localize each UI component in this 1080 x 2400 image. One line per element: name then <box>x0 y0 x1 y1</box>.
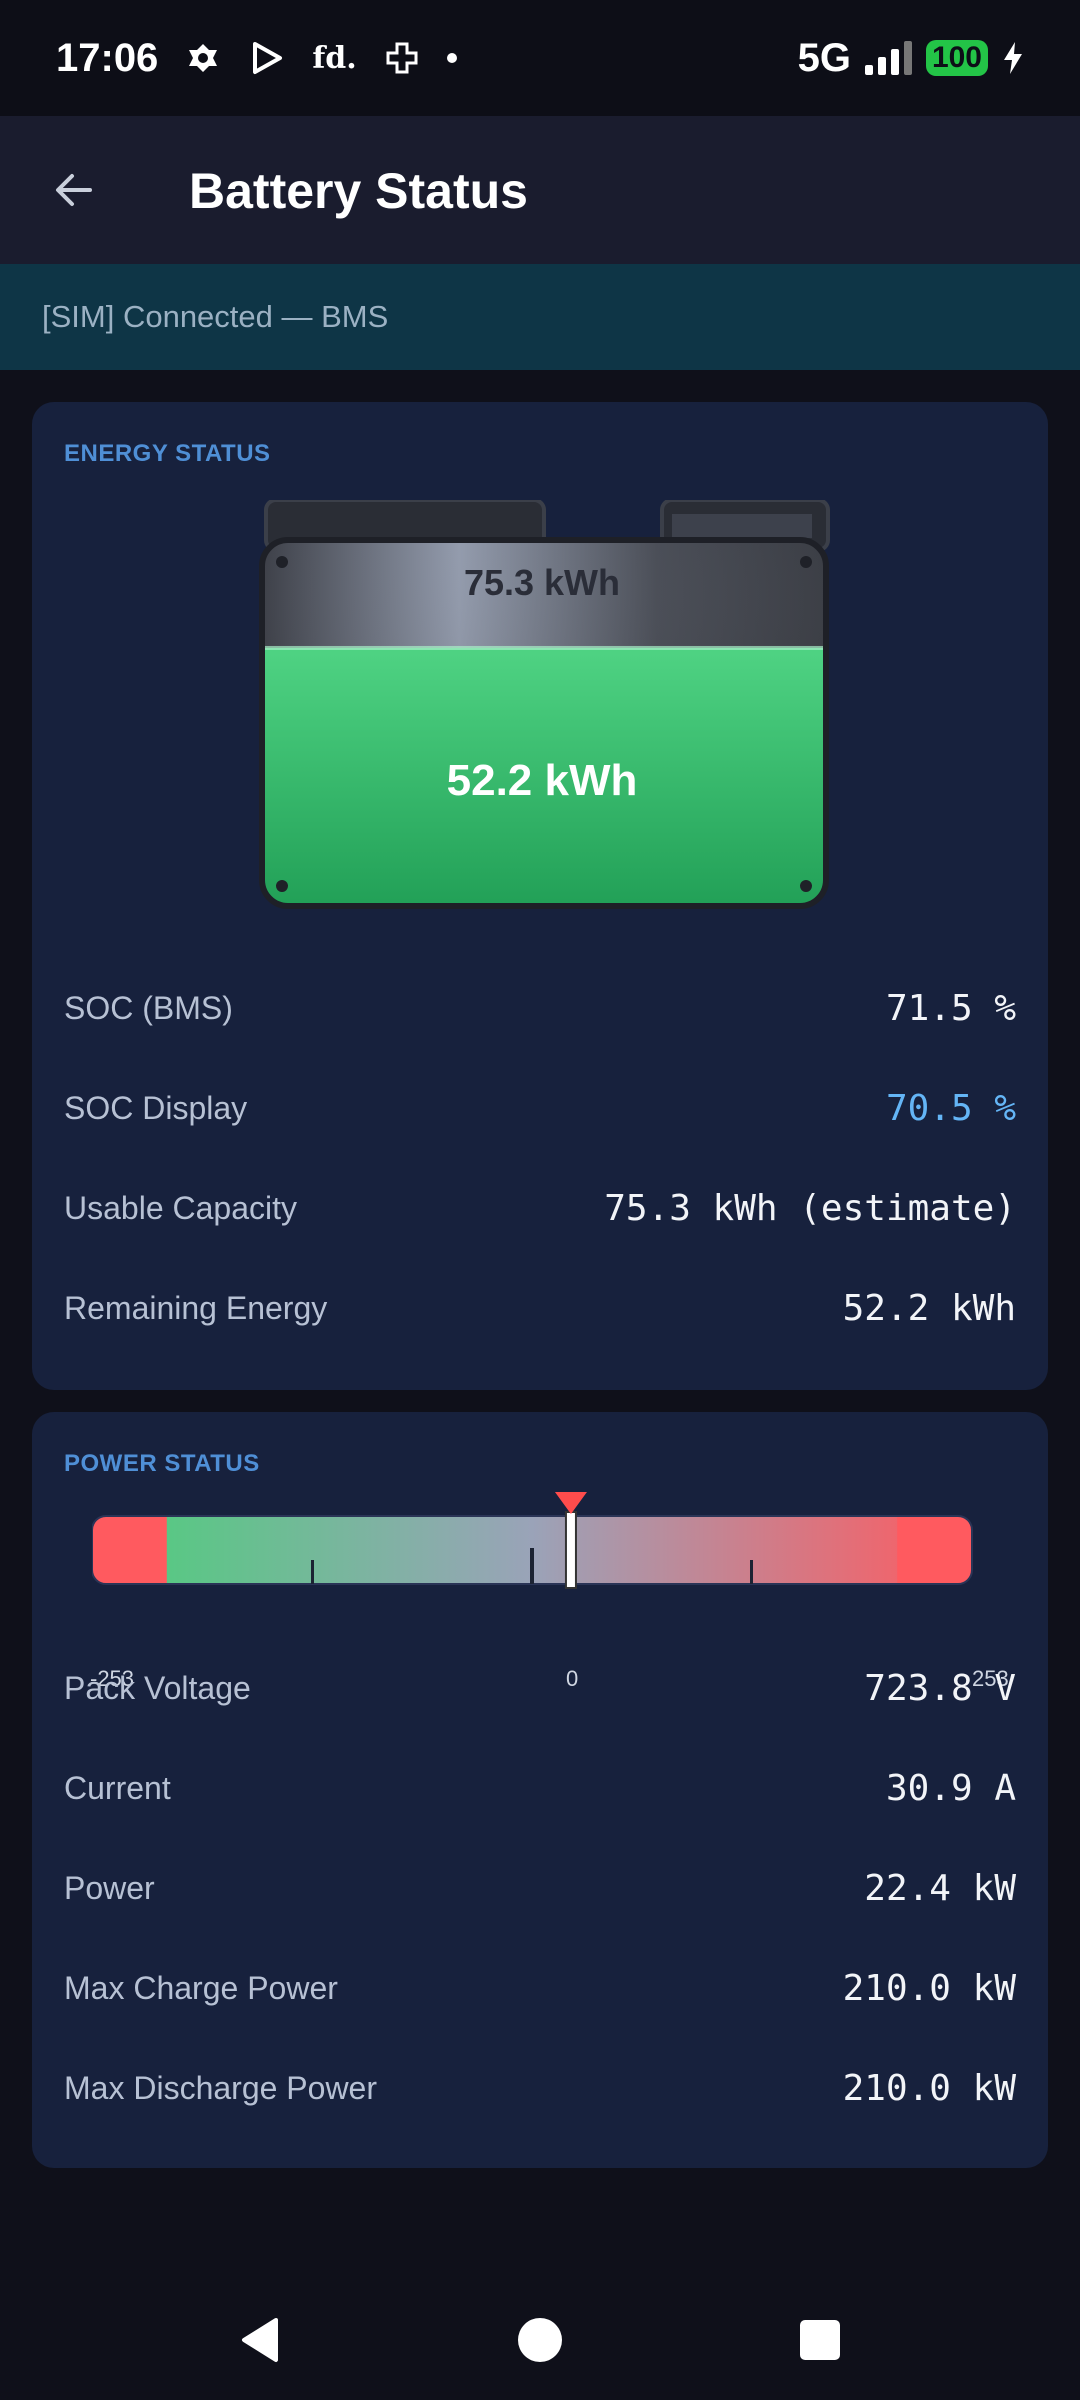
battery-remaining-energy-label: 52.2 kWh <box>446 756 638 805</box>
power-gauge: -253 0 253 <box>90 1492 1009 1691</box>
play-store-icon <box>248 39 286 77</box>
usable-capacity-label: Usable Capacity <box>64 1189 297 1226</box>
charge-limit-zone <box>897 1516 972 1584</box>
energy-status-card: ENERGY STATUS 75.3 kWh 52.2 kWh SOC (BMS… <box>32 402 1048 1390</box>
current-value: 30.9 A <box>885 1767 1016 1809</box>
gauge-tick-minor-left <box>311 1560 314 1584</box>
usable-capacity-value: 75.3 kWh (estimate) <box>604 1187 1016 1229</box>
nav-recents-square-icon <box>800 2320 840 2360</box>
notification-app-icon <box>184 39 222 77</box>
nav-recents-button[interactable] <box>790 2310 850 2370</box>
nav-back-triangle-icon <box>242 2318 278 2362</box>
network-type: 5G <box>797 35 851 80</box>
nav-home-circle-icon <box>518 2318 562 2362</box>
nav-back-button[interactable] <box>230 2310 290 2370</box>
max-charge-power-row: Max Charge Power 210.0 kW <box>64 1958 1016 2018</box>
current-row: Current 30.9 A <box>64 1758 1016 1818</box>
soc-bms-value: 71.5 % <box>885 987 1016 1029</box>
usable-capacity-row: Usable Capacity 75.3 kWh (estimate) <box>64 1178 1016 1238</box>
status-bar: 17:06 fd. 5G 100 <box>0 0 1080 116</box>
max-discharge-power-label: Max Discharge Power <box>64 2069 377 2106</box>
power-status-card: POWER STATUS -253 0 253 Pack Voltage 723… <box>32 1412 1048 2168</box>
power-status-title: POWER STATUS <box>64 1450 260 1477</box>
gauge-tick-zero <box>530 1548 534 1584</box>
max-charge-power-value: 210.0 kW <box>842 1967 1016 2009</box>
pack-voltage-label: Pack Voltage <box>64 1669 251 1706</box>
battery-total-capacity-label: 75.3 kWh <box>463 562 621 603</box>
max-discharge-power-row: Max Discharge Power 210.0 kW <box>64 2058 1016 2118</box>
nav-home-button[interactable] <box>510 2310 570 2370</box>
pack-voltage-row: Pack Voltage 723.8 V <box>64 1658 1016 1718</box>
gauge-tick-minor-right <box>750 1560 753 1584</box>
power-gauge-bar <box>91 1492 973 1589</box>
cross-app-icon <box>383 39 421 77</box>
soc-display-row: SOC Display 70.5 % <box>64 1078 1016 1138</box>
soc-bms-row: SOC (BMS) 71.5 % <box>64 978 1016 1038</box>
energy-status-title: ENERGY STATUS <box>64 440 271 467</box>
remaining-energy-value: 52.2 kWh <box>842 1287 1016 1329</box>
more-notifications-dot-icon <box>446 53 457 63</box>
power-label: Power <box>64 1869 155 1906</box>
max-charge-power-label: Max Charge Power <box>64 1969 338 2006</box>
max-discharge-power-value: 210.0 kW <box>842 2067 1016 2109</box>
current-label: Current <box>64 1769 171 1806</box>
fd-app-icon: fd. <box>312 40 357 76</box>
soc-bms-label: SOC (BMS) <box>64 989 233 1026</box>
signal-strength-icon <box>864 41 912 75</box>
charging-bolt-icon <box>1002 39 1024 77</box>
status-time: 17:06 <box>56 35 159 80</box>
battery-level: 100 <box>925 40 988 76</box>
remaining-energy-label: Remaining Energy <box>64 1289 328 1326</box>
discharge-limit-zone <box>92 1516 167 1584</box>
power-value: 22.4 kW <box>864 1867 1016 1909</box>
soc-display-value: 70.5 % <box>885 1087 1016 1129</box>
app-bar: Battery Status <box>0 116 1080 264</box>
connection-status-banner: [SIM] Connected — BMS <box>0 264 1080 370</box>
arrow-left-icon <box>56 174 92 206</box>
remaining-energy-row: Remaining Energy 52.2 kWh <box>64 1278 1016 1338</box>
connection-status-text: [SIM] Connected — BMS <box>42 299 389 334</box>
pack-voltage-value: 723.8 V <box>864 1667 1016 1709</box>
page-title: Battery Status <box>189 163 528 219</box>
battery-graphic: 75.3 kWh 52.2 kWh <box>252 498 832 920</box>
back-button[interactable] <box>40 156 108 224</box>
power-row: Power 22.4 kW <box>64 1858 1016 1918</box>
soc-display-label: SOC Display <box>64 1089 248 1126</box>
